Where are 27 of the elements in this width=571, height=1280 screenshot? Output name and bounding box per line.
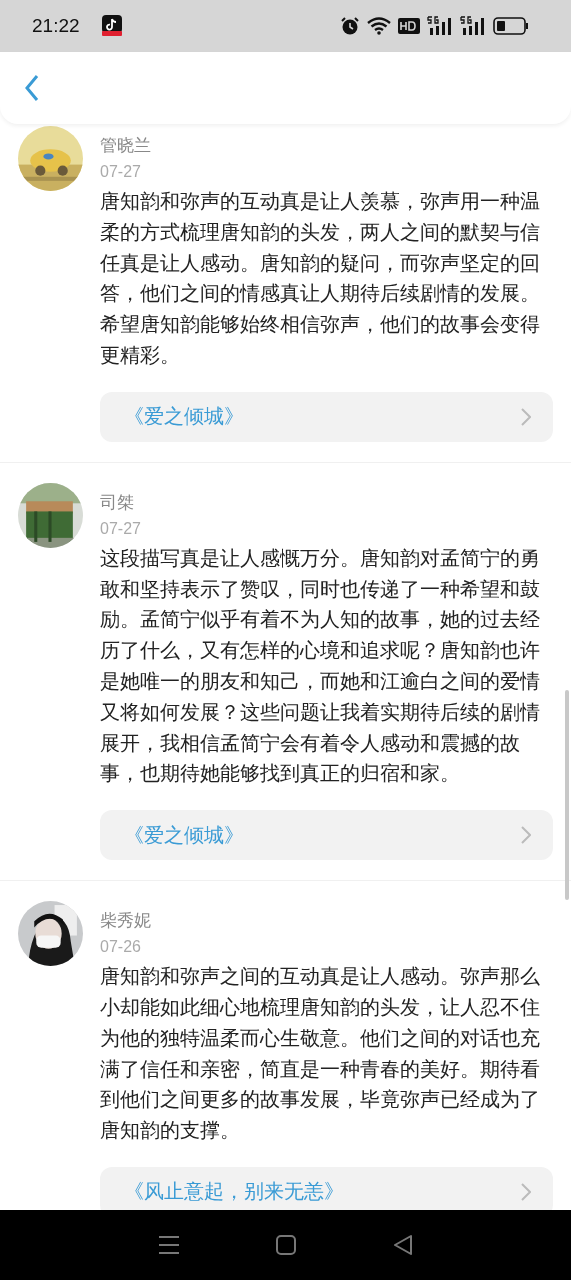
home-icon[interactable] [275,1235,296,1255]
back-icon[interactable] [392,1235,413,1255]
user-name: 柴秀妮 [100,909,152,933]
comment-text: 唐知韵和弥声的互动真是让人羡慕，弥声用一种温柔的方式梳理唐知韵的头发，两人之间的默契与信任真是让人感动。唐知韵的疑问，而弥声坚定的回答，他们之间的情感真让人期待后续剧情的发展。希望唐知韵能够始终相信弥声，他们的故事会变得更精彩。 [100,189,541,369]
signal-icon [427,16,453,36]
comment-text: 唐知韵和弥声之间的互动真是让人感动。弥声那么小却能如此细心地梳理唐知韵的头发，让人忍不住为他的独特温柔而心生敬意。他们之间的对话也充满了信任和亲密，简直是一种青春的美好。期待看到他们之间更多的故事发展，毕竟弥声已经成为了唐知韵的支撑。 [100,964,541,1145]
book-link[interactable]: 《爱之倾城》 [100,810,553,861]
comment-date: 07-27 [100,163,142,181]
comment-date: 07-27 [100,519,142,538]
chevron-right-icon [521,407,531,426]
comment-date: 07-26 [100,938,142,957]
back-icon [24,74,40,102]
signal-icon [460,16,486,36]
alarm-icon [340,16,360,36]
chevron-right-icon [521,1182,531,1201]
menu-icon[interactable] [158,1235,179,1255]
chevron-right-icon [521,826,531,845]
battery-icon [493,17,529,35]
user-name: 管晓兰 [100,134,152,157]
wifi-icon [367,17,391,35]
hd-icon [398,18,420,34]
book-link[interactable]: 《爱之倾城》 [100,391,553,442]
book-link[interactable]: 《风止意起，别来无恙》 [100,1166,553,1212]
user-name: 司桀 [100,490,135,514]
clock-time: 21:22 [32,15,80,37]
comment-text: 这段描写真是让人感慨万分。唐知韵对孟简宁的勇敢和坚持表示了赞叹，同时也传递了一种希望和鼓励。孟简宁似乎有着不为人知的故事，她的过去经历了什么，又有怎样的心境和追求呢？唐知韵也许是她唯一的朋友和知己，而她和江逾白之间的爱情又将如何发展？这些问题让我着实期待后续的剧情展开，我相信孟简宁会有着令人感动和震撼的故事，也期待她能够找到真正的归宿和家。 [100,545,541,788]
app-icon [101,15,122,37]
